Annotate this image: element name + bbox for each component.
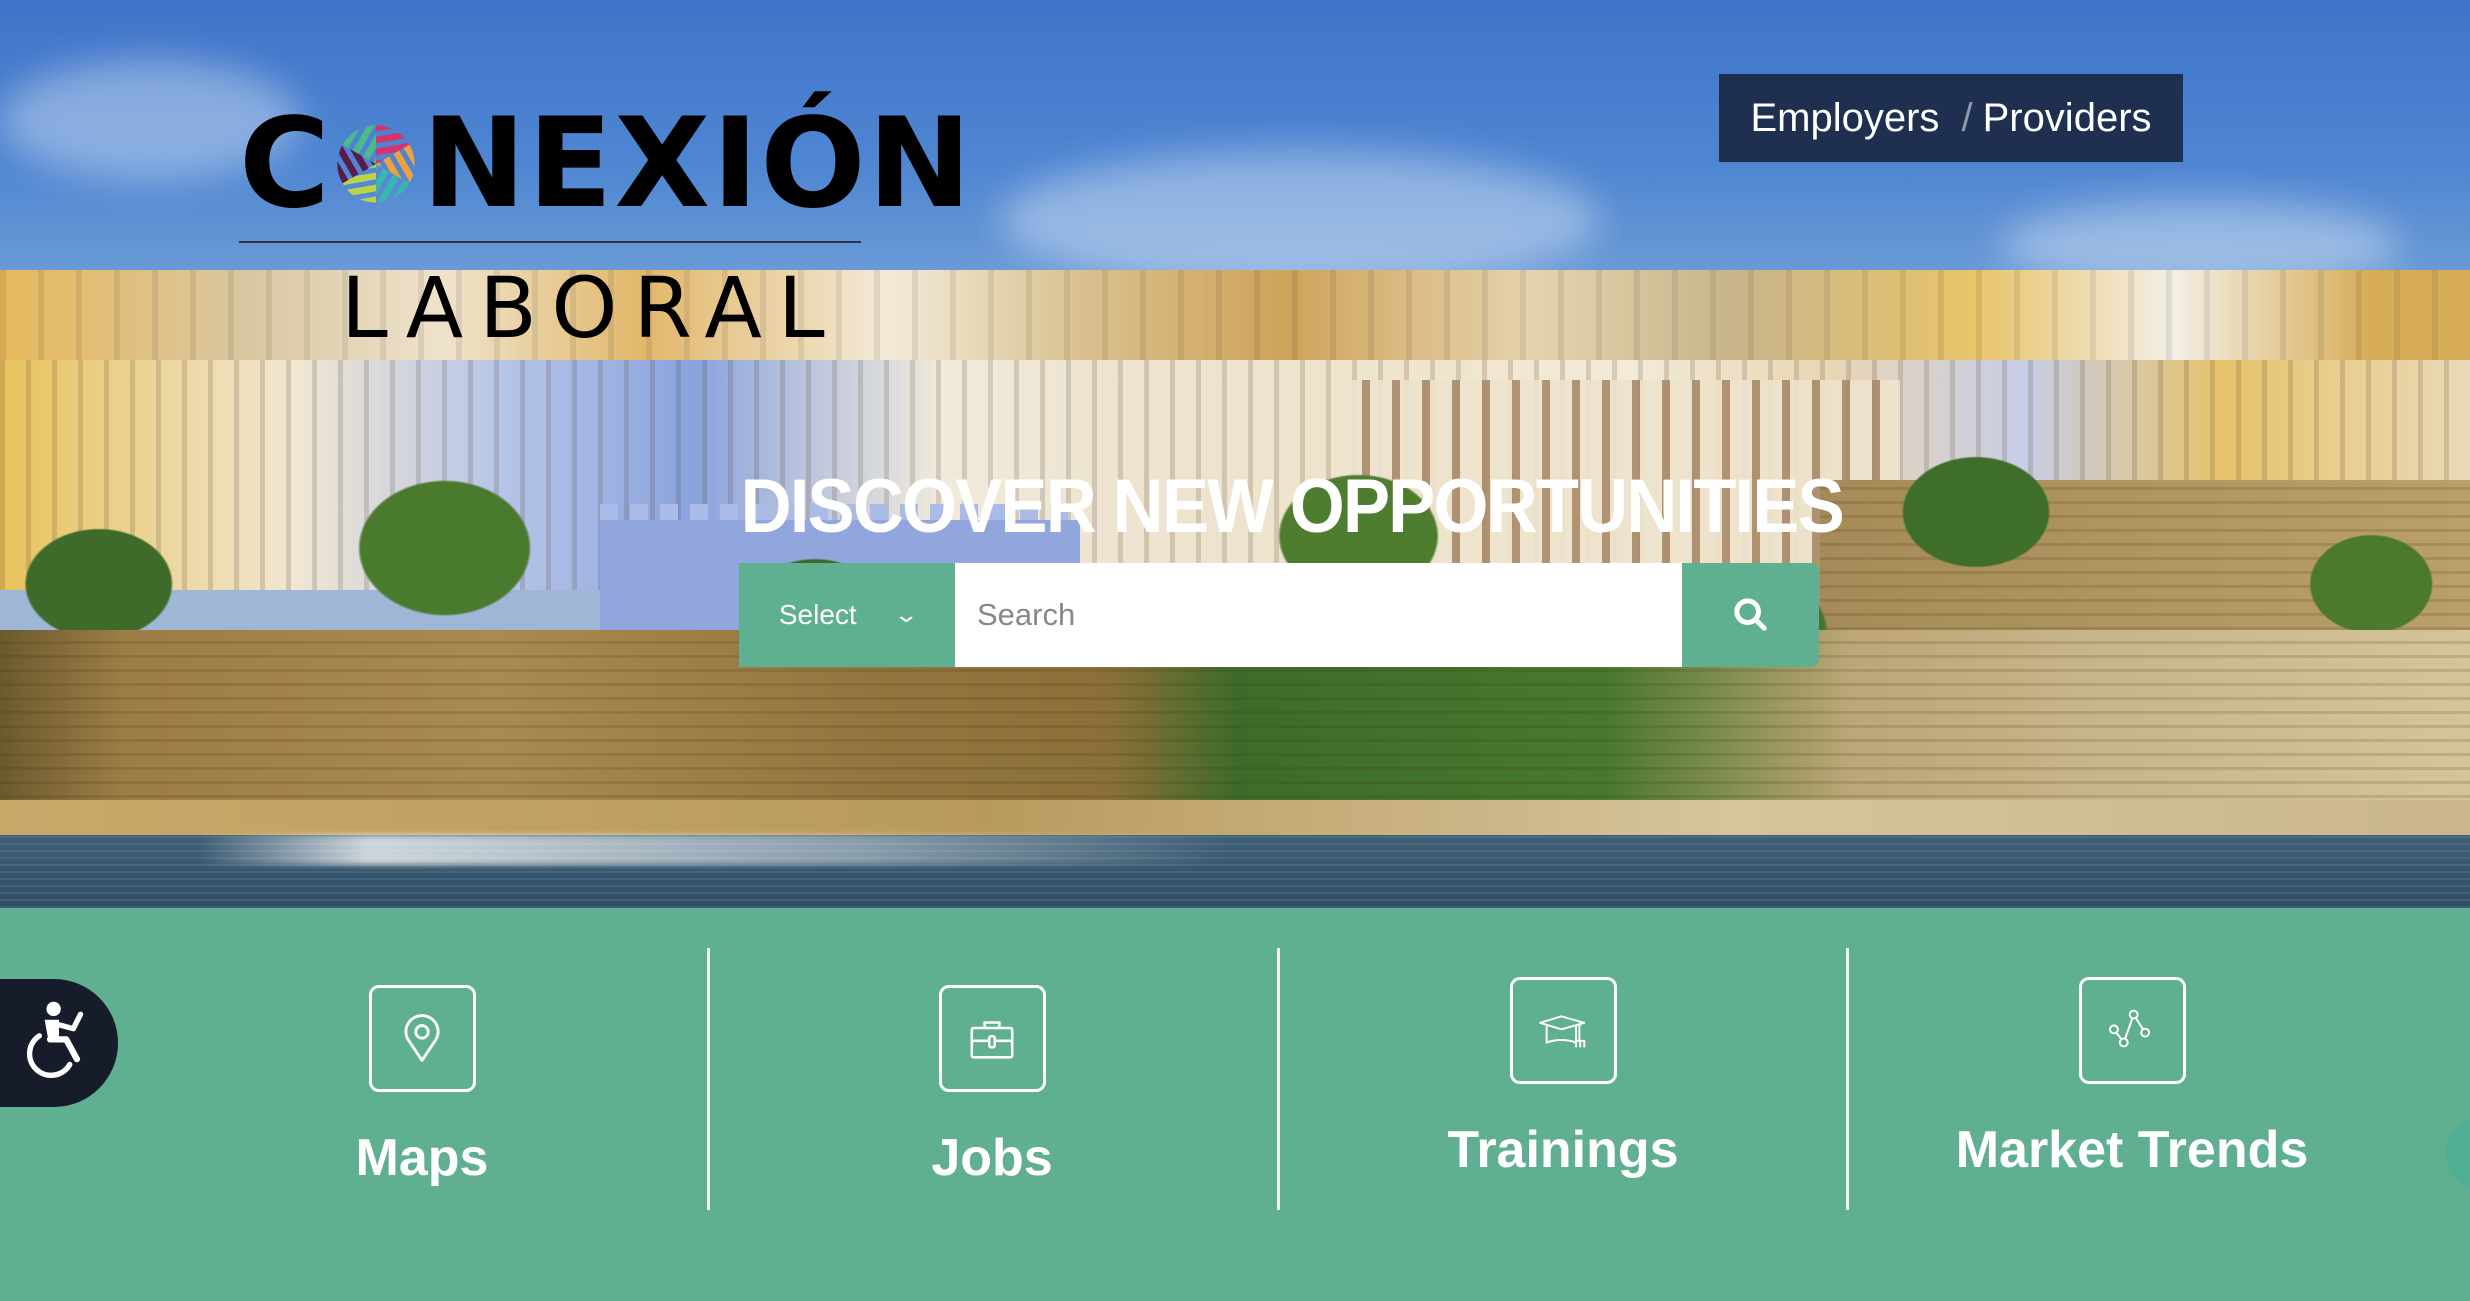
hero-shore — [0, 800, 2470, 840]
logo-wordmark: C NEXIÓN — [239, 92, 974, 236]
feature-divider — [1277, 948, 1280, 1210]
feature-tile-jobs[interactable]: Jobs — [792, 908, 1192, 1301]
search-icon — [1733, 598, 1767, 631]
brand-logo[interactable]: C NEXIÓN LABORAL — [239, 102, 971, 356]
hero-surf — [0, 835, 2470, 865]
line-chart-icon — [2108, 1009, 2151, 1047]
feature-tile-market-trends[interactable]: Market Trends — [1932, 908, 2332, 1293]
briefcase-icon — [970, 1020, 1014, 1059]
nav-separator: / — [1961, 95, 1973, 140]
feature-label: Market Trends — [1955, 1121, 2309, 1179]
employers-link[interactable]: Employers — [1750, 96, 1939, 141]
search-bar: Select ⌄ — [739, 563, 1819, 667]
feature-label: Maps — [355, 1129, 489, 1187]
hero-banner: C NEXIÓN LABORAL Employers / Providers D… — [0, 0, 2470, 908]
feature-tile-trainings[interactable]: Trainings — [1363, 908, 1763, 1293]
maps-icon-box — [368, 985, 476, 1092]
providers-link[interactable]: Providers — [1983, 96, 2152, 141]
logo-letter-c: C — [239, 92, 333, 236]
trainings-icon-box — [1509, 977, 1617, 1084]
graduation-cap-icon — [1539, 1014, 1586, 1047]
feature-label: Trainings — [1447, 1121, 1679, 1179]
map-pin-icon — [404, 1013, 440, 1062]
feature-band: Maps Jobs Trainings Market Trends — [0, 908, 2470, 1224]
feature-tile-maps[interactable]: Maps — [222, 908, 622, 1301]
category-select[interactable]: Select ⌄ — [739, 563, 955, 667]
jobs-icon-box — [938, 985, 1046, 1092]
logo-name-rest: NEXIÓN — [422, 92, 974, 236]
logo-subtitle: LABORAL — [341, 259, 841, 357]
chevron-down-icon: ⌄ — [893, 602, 919, 627]
feature-divider — [1846, 948, 1849, 1210]
feature-label: Jobs — [931, 1129, 1053, 1187]
audience-nav: Employers / Providers — [1719, 74, 2183, 162]
search-input[interactable] — [955, 563, 1682, 667]
logo-yarn-icon — [337, 125, 415, 203]
hero-headline: DISCOVER NEW OPPORTUNITIES — [740, 463, 1845, 549]
market-trends-icon-box — [2078, 977, 2186, 1084]
accessibility-icon — [26, 1001, 84, 1078]
logo-divider — [239, 241, 861, 243]
search-button[interactable] — [1682, 563, 1819, 667]
hero-cloud — [1000, 150, 1600, 290]
category-select-label: Select — [778, 599, 857, 630]
feature-divider — [707, 948, 710, 1210]
